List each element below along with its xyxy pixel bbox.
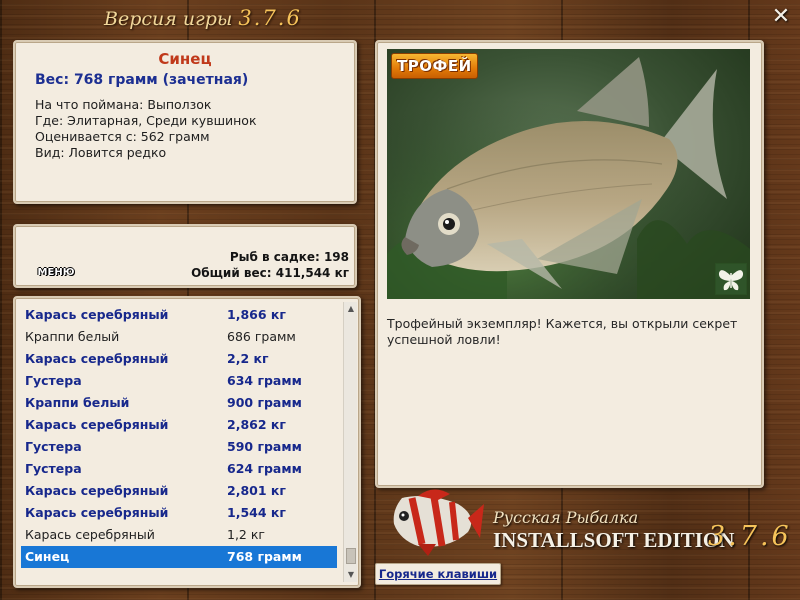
- fish-photo-panel: ТРОФЕЙ Трофейный экземпляр! Кажется, вы …: [375, 40, 764, 488]
- window-title: Версия игры 3.7.6: [104, 6, 302, 36]
- list-item-fish-name: Густера: [25, 373, 82, 388]
- catch-description: Трофейный экземпляр! Кажется, вы открыли…: [387, 316, 738, 347]
- catch-rarity: Вид: Ловится редко: [35, 145, 167, 160]
- list-item-fish-weight: 1,866 кг: [227, 307, 286, 322]
- list-item-fish-name: Густера: [25, 461, 82, 476]
- butterfly-icon[interactable]: [715, 263, 747, 295]
- trophy-badge: ТРОФЕЙ: [391, 53, 478, 79]
- catch-location: Где: Элитарная, Среди кувшинок: [35, 113, 257, 128]
- list-item-fish-weight: 2,801 кг: [227, 483, 286, 498]
- list-item-fish-name: Карась серебряный: [25, 527, 155, 542]
- list-item-fish-weight: 768 грамм: [227, 549, 302, 564]
- keepnet-summary-panel: МЕНЮ Рыб в садке: 198 Общий вес: 411,544…: [13, 224, 357, 288]
- catch-info-panel: Синец Вес: 768 грамм (зачетная) На что п…: [13, 40, 357, 204]
- catch-weight: Вес: 768 грамм (зачетная): [35, 72, 249, 88]
- list-item-fish-name: Краппи белый: [25, 329, 120, 344]
- catch-bait: На что поймана: Выползок: [35, 97, 212, 112]
- title-version: 3.7.6: [238, 6, 302, 30]
- bream-fish-image: [387, 49, 750, 299]
- list-item-fish-name: Карась серебряный: [25, 417, 169, 432]
- list-item-fish-weight: 900 грамм: [227, 395, 302, 410]
- catch-rating-threshold: Оценивается с: 562 грамм: [35, 129, 210, 144]
- list-item-fish-weight: 1,544 кг: [227, 505, 286, 520]
- list-item-fish-weight: 624 грамм: [227, 461, 302, 476]
- list-item-fish-weight: 590 грамм: [227, 439, 302, 454]
- hotkeys-button[interactable]: Горячие клавиши: [375, 563, 501, 585]
- list-item[interactable]: Карась серебряный 1,2 кг: [21, 524, 337, 546]
- catch-fish-name: Синец: [158, 50, 212, 68]
- list-item[interactable]: Синец 768 грамм: [21, 546, 337, 568]
- list-item-fish-name: Карась серебряный: [25, 483, 169, 498]
- list-item[interactable]: Густера 590 грамм: [21, 436, 337, 458]
- list-item-fish-name: Краппи белый: [25, 395, 130, 410]
- fish-list-rows: Карась серебряный 1,866 кг Краппи белый 686…: [21, 304, 337, 568]
- close-icon[interactable]: ✕: [768, 4, 794, 30]
- list-scrollbar[interactable]: ▲ ▼: [343, 302, 357, 582]
- logo-version: 3.7.6: [708, 521, 792, 552]
- list-item-fish-weight: 1,2 кг: [227, 527, 265, 542]
- list-item[interactable]: Густера 634 грамм: [21, 370, 337, 392]
- keepnet-fish-count: Рыб в садке: 198: [229, 250, 349, 264]
- list-item-fish-name: Карась серебряный: [25, 505, 169, 520]
- list-item-fish-weight: 2,2 кг: [227, 351, 269, 366]
- logo-edition: INSTALLSOFT EDITION: [493, 528, 735, 552]
- fish-photo: ТРОФЕЙ: [387, 49, 750, 299]
- list-item[interactable]: Краппи белый 686 грамм: [21, 326, 337, 348]
- list-item[interactable]: Карась серебряный 2,801 кг: [21, 480, 337, 502]
- logo-game-name: Русская Рыбалка: [493, 508, 639, 527]
- list-item-fish-name: Карась серебряный: [25, 351, 169, 366]
- list-item-fish-name: Карась серебряный: [25, 307, 169, 322]
- scrollbar-thumb[interactable]: [346, 548, 356, 564]
- list-item[interactable]: Карась серебряный 2,2 кг: [21, 348, 337, 370]
- scroll-down-icon[interactable]: ▼: [344, 568, 358, 582]
- title-label: Версия игры: [104, 8, 233, 30]
- list-item[interactable]: Карась серебряный 1,544 кг: [21, 502, 337, 524]
- list-item[interactable]: Густера 624 грамм: [21, 458, 337, 480]
- list-item-fish-weight: 2,862 кг: [227, 417, 286, 432]
- keepnet-fish-list: Карась серебряный 1,866 кг Краппи белый 686…: [13, 296, 361, 588]
- menu-button[interactable]: МЕНЮ: [35, 266, 77, 280]
- logo-fish-icon: [388, 488, 484, 558]
- list-item-fish-weight: 634 грамм: [227, 373, 302, 388]
- list-item[interactable]: Краппи белый 900 грамм: [21, 392, 337, 414]
- list-item-fish-name: Густера: [25, 439, 82, 454]
- keepnet-total-weight: Общий вес: 411,544 кг: [191, 266, 349, 280]
- list-item-fish-weight: 686 грамм: [227, 329, 296, 344]
- list-item[interactable]: Карась серебряный 2,862 кг: [21, 414, 337, 436]
- list-item-fish-name: Синец: [25, 549, 70, 564]
- scroll-up-icon[interactable]: ▲: [344, 302, 358, 316]
- list-item[interactable]: Карась серебряный 1,866 кг: [21, 304, 337, 326]
